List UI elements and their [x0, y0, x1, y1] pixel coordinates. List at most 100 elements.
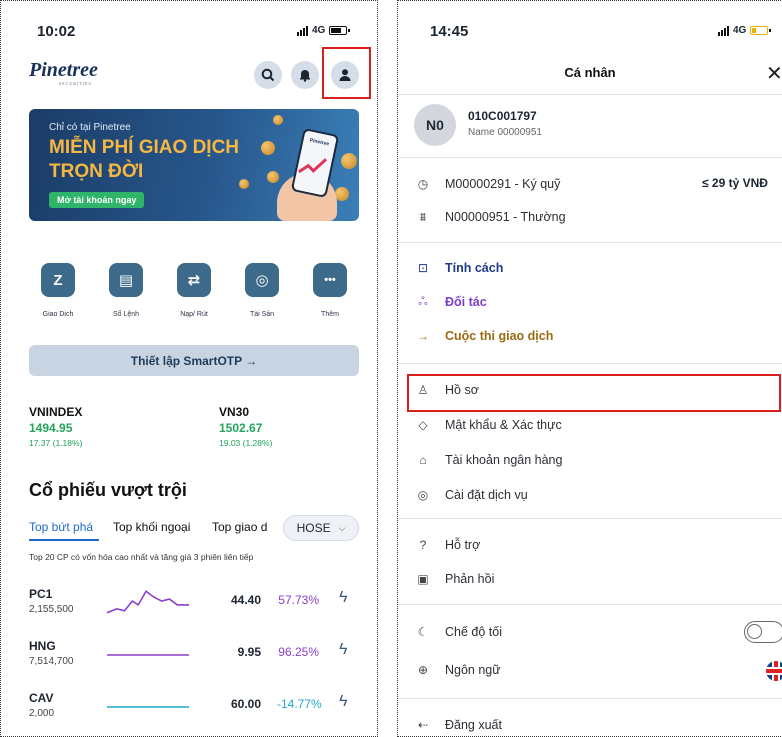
- feature-item[interactable]: ஃ Đối tác: [414, 291, 782, 313]
- preference-item[interactable]: ☾ Chế độ tối: [414, 621, 782, 643]
- sparkline-chart: [106, 590, 190, 614]
- signal-icon: [718, 25, 729, 36]
- personal-screen: 14:45 4G Cá nhân ✕ N0 010C001797 Name 00…: [397, 0, 782, 737]
- feature-item[interactable]: → Cuộc thi giao dịch: [414, 325, 782, 347]
- coin-graphic: [239, 179, 249, 189]
- feature-item[interactable]: ⊡ Tính cách: [414, 257, 782, 279]
- stock-volume: 2,155,500: [29, 604, 74, 615]
- status-time: 14:45: [430, 23, 469, 40]
- coin-graphic: [335, 187, 349, 201]
- lightning-icon[interactable]: ϟ: [339, 693, 347, 711]
- margin-limit: ≤ 29 tỷ VNĐ: [702, 176, 768, 190]
- account-item-regular[interactable]: ⩩ N00000951 - Thường: [414, 206, 782, 228]
- menu-item-label: Đối tác: [445, 295, 487, 309]
- signal-indicator: 4G: [297, 25, 351, 36]
- menu-item-label: Tài khoản ngân hàng: [445, 453, 563, 467]
- preference-item[interactable]: ⊕ Ngôn ngữ: [414, 659, 782, 681]
- divider: [398, 518, 782, 519]
- logout-icon: ⇠: [417, 718, 429, 732]
- z-icon: Z: [41, 263, 75, 297]
- battery-icon: [329, 26, 351, 35]
- menu-item-label: Hỗ trợ: [445, 538, 481, 552]
- search-icon[interactable]: [254, 61, 282, 89]
- tab-top-foreign[interactable]: Top khối ngoại: [113, 520, 190, 534]
- quick-actions: Z Giao Dịch ▤ Sổ Lệnh ⇄ Nạp/ Rút ◎ Tài Sản ••• Th…: [29, 263, 359, 318]
- index-vn30[interactable]: VN30 1502.67 19.03 (1.28%): [219, 405, 272, 448]
- exchange-select[interactable]: HOSE ⌵: [283, 515, 359, 541]
- sparkline-chart: [106, 654, 190, 656]
- settings-item[interactable]: ◇ Mật khẩu & Xác thực: [414, 414, 782, 436]
- stock-change: 96.25%: [278, 645, 319, 659]
- menu-item-label: Ngôn ngữ: [445, 663, 501, 677]
- stock-symbol: HNG: [29, 639, 56, 653]
- help-icon: ?: [419, 538, 427, 552]
- battery-icon: [750, 26, 772, 35]
- bell-icon[interactable]: [291, 61, 319, 89]
- divider: [398, 242, 782, 243]
- lightning-icon[interactable]: ϟ: [339, 641, 347, 659]
- clock-icon: ◷: [417, 177, 429, 191]
- banner-headline: MIỄN PHÍ GIAO DỊCH TRỌN ĐỜI: [49, 137, 240, 182]
- menu-item-label: Tính cách: [445, 261, 504, 275]
- stock-symbol: PC1: [29, 587, 53, 601]
- arrow-right-icon: →: [417, 329, 429, 343]
- promo-banner[interactable]: Chỉ có tại Pinetree MIỄN PHÍ GIAO DỊCH T…: [29, 109, 359, 221]
- clipboard-icon: ▤: [109, 263, 143, 297]
- banner-tagline: Chỉ có tại Pinetree: [49, 122, 131, 133]
- bank-icon: ⌂: [419, 453, 427, 467]
- stock-row[interactable]: HNG 7,514,700 9.95 96.25% ϟ: [29, 639, 359, 679]
- divider: [398, 698, 782, 699]
- toggle-knob: [747, 624, 762, 639]
- menu-item-label: Chế độ tối: [445, 625, 502, 639]
- action-item[interactable]: ▤ Sổ Lệnh: [97, 263, 155, 318]
- stock-price: 60.00: [230, 697, 261, 711]
- avatar: N0: [414, 104, 456, 146]
- active-tab-indicator: [29, 539, 99, 541]
- settings-item[interactable]: ⌂ Tài khoản ngân hàng: [414, 449, 782, 471]
- action-item[interactable]: Z Giao Dịch: [29, 263, 87, 318]
- action-item[interactable]: ◎ Tài Sản: [233, 263, 291, 318]
- support-item[interactable]: ? Hỗ trợ: [414, 534, 782, 556]
- stock-volume: 7,514,700: [29, 656, 74, 667]
- stock-row[interactable]: PC1 2,155,500 44.40 57.73% ϟ: [29, 587, 359, 627]
- settings-item[interactable]: ◎ Cài đặt dịch vụ: [414, 484, 782, 506]
- dark-mode-toggle[interactable]: [744, 621, 782, 643]
- coin-graphic: [261, 141, 275, 155]
- action-label: Tài Sản: [249, 311, 275, 318]
- divider: [398, 363, 782, 364]
- partners-icon: ஃ: [418, 294, 428, 308]
- stock-tabs: Top bứt phá Top khối ngoại Top giao d HO…: [29, 515, 359, 541]
- stock-price: 44.40: [230, 593, 261, 607]
- profile-item-highlight: [407, 374, 781, 412]
- tab-top-breakout[interactable]: Top bứt phá: [29, 520, 93, 534]
- index-name: VNINDEX: [29, 405, 83, 419]
- divider: [398, 604, 782, 605]
- action-item[interactable]: ⇄ Nạp/ Rút: [165, 263, 223, 318]
- action-item[interactable]: ••• Thêm: [301, 263, 359, 318]
- smartotp-button[interactable]: Thiết lập SmartOTP →: [29, 345, 359, 376]
- close-icon[interactable]: ✕: [766, 61, 782, 86]
- menu-item-label: Mật khẩu & Xác thực: [445, 418, 562, 432]
- menu-item-label: Phản hồi: [445, 572, 495, 586]
- index-vnindex[interactable]: VNINDEX 1494.95 17.37 (1.18%): [29, 405, 82, 448]
- transfer-icon: ⇄: [177, 263, 211, 297]
- divider: [398, 157, 782, 158]
- uk-flag-icon[interactable]: [766, 661, 782, 681]
- feedback-icon: ▣: [417, 572, 429, 586]
- account-name: Name 00000951: [468, 127, 542, 138]
- stock-change: 57.73%: [278, 593, 319, 607]
- coin-graphic: [341, 153, 357, 169]
- logout-item[interactable]: ⇠ Đăng xuất: [414, 714, 782, 736]
- menu-item-label: Cài đặt dịch vụ: [445, 488, 528, 502]
- tab-top-trading[interactable]: Top giao d: [212, 520, 272, 534]
- index-value: 1494.95: [29, 421, 73, 435]
- exchange-value: HOSE: [296, 521, 331, 535]
- lightning-icon[interactable]: ϟ: [339, 589, 347, 607]
- open-account-button[interactable]: Mở tài khoản ngay: [49, 192, 145, 208]
- index-change: 19.03 (1.28%): [219, 438, 273, 448]
- trend-icon: ⊡: [417, 261, 429, 275]
- action-label: Thêm: [321, 311, 339, 318]
- support-item[interactable]: ▣ Phản hồi: [414, 568, 782, 590]
- action-label: Giao Dịch: [42, 311, 74, 318]
- stock-row[interactable]: CAV 2,000 60.00 -14.77% ϟ: [29, 691, 359, 731]
